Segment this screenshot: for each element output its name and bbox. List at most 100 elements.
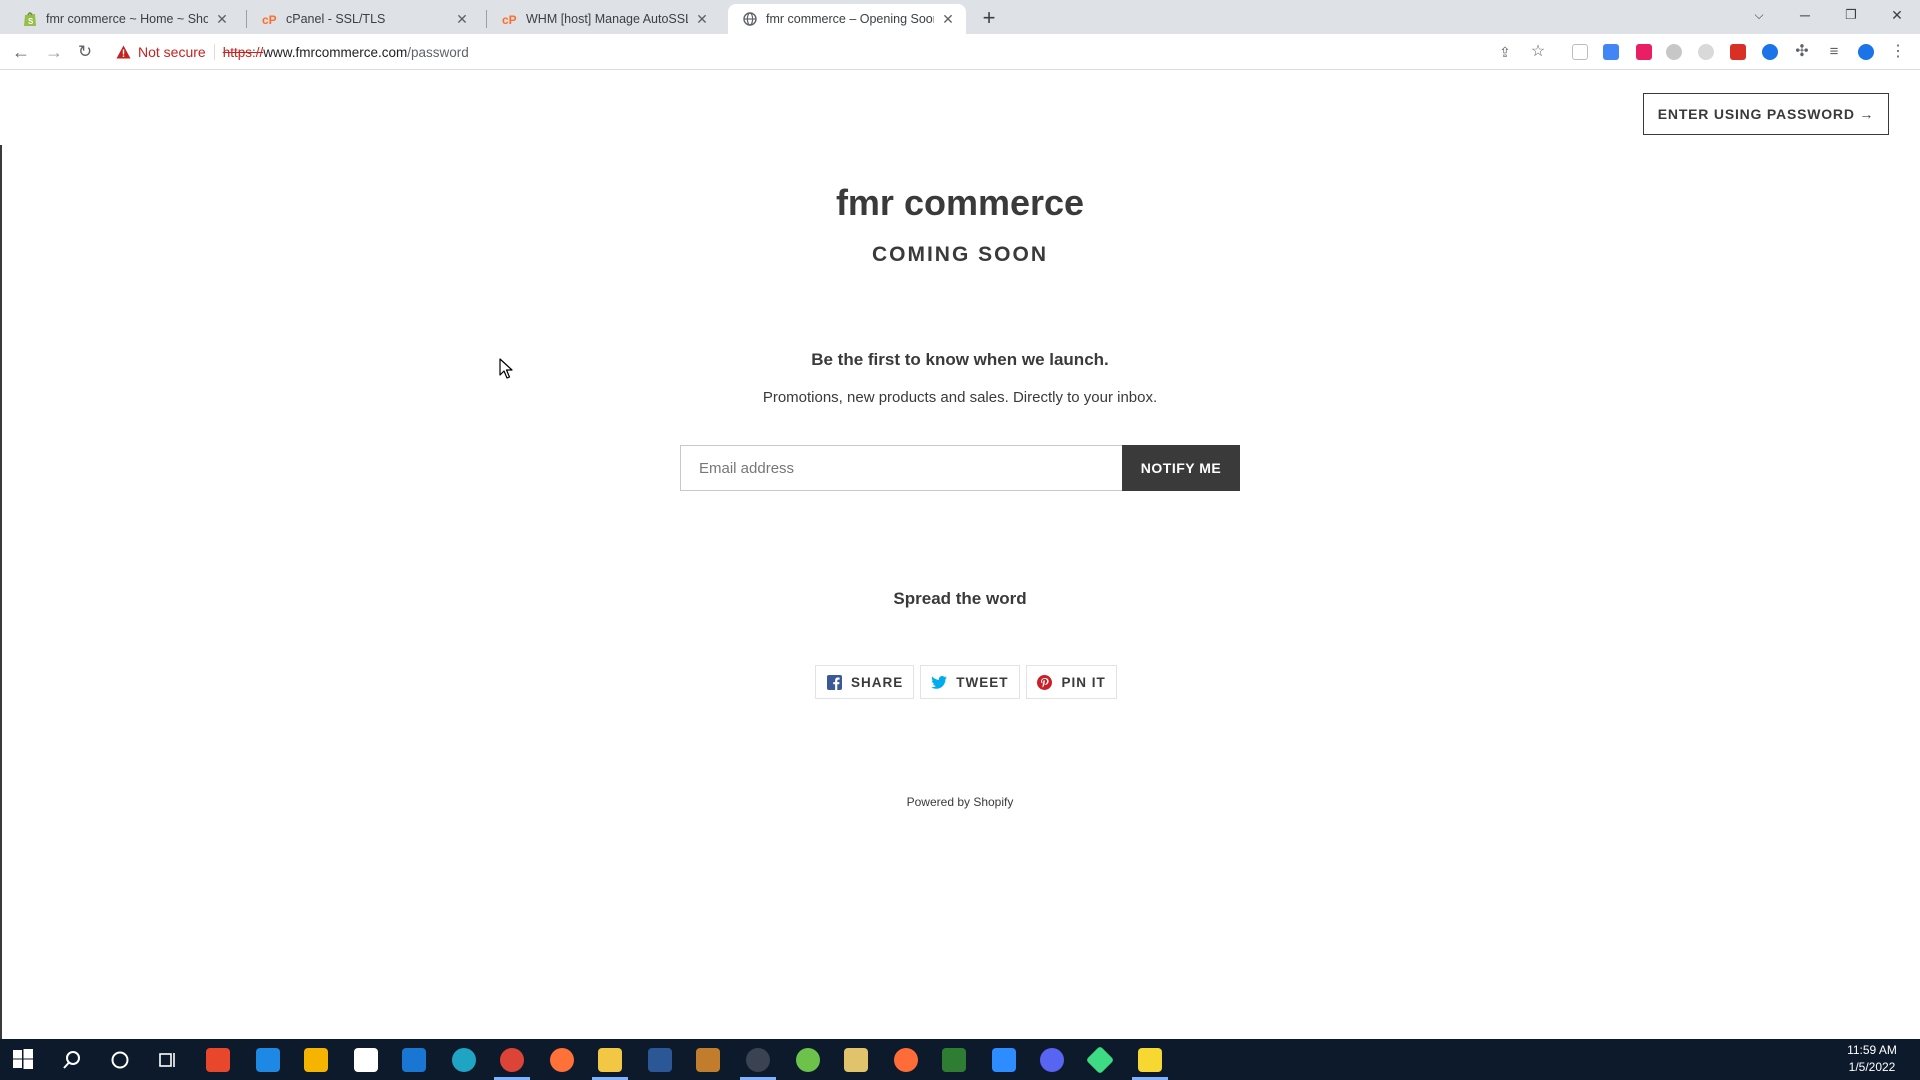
- clock-date: 1/5/2022: [1848, 1060, 1896, 1074]
- store-icon[interactable]: [648, 1048, 672, 1072]
- tab-title: fmr commerce ~ Home ~ Shopify: [46, 12, 208, 26]
- back-arrow-icon[interactable]: ←: [9, 40, 33, 64]
- twitter-tweet-button[interactable]: TWEET: [920, 665, 1020, 699]
- address-bar[interactable]: Not secure https:// www.fmrcommerce.com/…: [108, 38, 1558, 66]
- extension-refresh-icon[interactable]: [1762, 44, 1778, 60]
- tab-opening-soon[interactable]: fmr commerce – Opening Soon ✕: [728, 4, 966, 34]
- cpanel-icon: cP: [262, 11, 278, 27]
- browser-toolbar: ← → ↻ Not secure https:// www.fmrcommerc…: [0, 34, 1920, 70]
- clock-time: 11:59 AM: [1847, 1043, 1897, 1057]
- store-name-heading: fmr commerce: [835, 182, 1085, 223]
- extension-blank-icon[interactable]: [1572, 44, 1588, 60]
- tab-title: cPanel - SSL/TLS: [286, 12, 386, 26]
- leaf-app-icon[interactable]: [796, 1048, 820, 1072]
- tab-shopify-home[interactable]: S fmr commerce ~ Home ~ Shopify ✕: [8, 4, 240, 34]
- profile-avatar-icon[interactable]: [1858, 44, 1874, 60]
- pinterest-icon: [1037, 674, 1053, 690]
- new-tab-button[interactable]: +: [976, 6, 1002, 32]
- mail-icon[interactable]: [402, 1048, 426, 1072]
- extension-pen-icon[interactable]: [1636, 44, 1652, 60]
- close-tab-icon[interactable]: ✕: [694, 11, 710, 27]
- social-share-row: SHARE TWEET PIN IT: [815, 665, 1117, 699]
- twitter-tweet-label: TWEET: [956, 674, 1009, 690]
- mouse-cursor-icon: [499, 358, 513, 379]
- edge-icon[interactable]: [452, 1048, 476, 1072]
- tab-title: WHM [host] Manage AutoSSL - E: [526, 12, 688, 26]
- svg-text:cP: cP: [262, 13, 277, 25]
- screen-recorder-icon[interactable]: [206, 1048, 230, 1072]
- search-icon[interactable]: [60, 1048, 84, 1072]
- facebook-share-label: SHARE: [851, 674, 904, 690]
- postman-icon[interactable]: [894, 1048, 918, 1072]
- close-tab-icon[interactable]: ✕: [454, 11, 470, 27]
- enter-using-password-button[interactable]: ENTER USING PASSWORD →: [1643, 93, 1889, 135]
- system-clock[interactable]: 11:59 AM 1/5/2022: [1832, 1042, 1912, 1076]
- reload-icon[interactable]: ↻: [73, 40, 97, 64]
- restore-icon[interactable]: ❐: [1828, 0, 1874, 30]
- spreadsheet-app-icon[interactable]: [942, 1048, 966, 1072]
- pinterest-pin-label: PIN IT: [1061, 674, 1106, 690]
- coming-soon-subtitle: COMING SOON: [871, 243, 1048, 266]
- url-text: www.fmrcommerce.com/password: [263, 45, 469, 60]
- shopify-icon: S: [22, 11, 38, 27]
- minimize-icon[interactable]: ─: [1782, 0, 1828, 30]
- discord-icon[interactable]: [1040, 1048, 1064, 1072]
- google-drive-icon[interactable]: [304, 1048, 328, 1072]
- reading-list-icon[interactable]: ≡: [1822, 40, 1846, 64]
- extensions-puzzle-icon[interactable]: ✣: [1790, 40, 1814, 64]
- zoom-icon[interactable]: [992, 1048, 1016, 1072]
- forward-arrow-icon[interactable]: →: [42, 40, 66, 64]
- svg-text:cP: cP: [502, 13, 517, 25]
- facebook-share-button[interactable]: SHARE: [815, 665, 915, 699]
- tab-search-icon[interactable]: ⌵: [1736, 0, 1782, 30]
- url-host: www.fmrcommerce.com: [263, 44, 408, 60]
- browser-tab-strip: S fmr commerce ~ Home ~ Shopify ✕ cP cPa…: [0, 0, 1920, 34]
- tab-separator: [486, 10, 487, 28]
- cortana-icon[interactable]: [108, 1048, 132, 1072]
- close-tab-icon[interactable]: ✕: [940, 11, 956, 27]
- windows-taskbar: 11:59 AM 1/5/2022: [0, 1039, 1920, 1080]
- diamond-app-icon[interactable]: [1085, 1045, 1115, 1075]
- chrome-icon[interactable]: [500, 1048, 524, 1072]
- not-secure-label[interactable]: Not secure: [138, 44, 206, 60]
- tab-cpanel-ssl[interactable]: cP cPanel - SSL/TLS ✕: [248, 4, 480, 34]
- notify-me-button[interactable]: NOTIFY ME: [1122, 445, 1240, 491]
- google-translate-icon[interactable]: [1603, 44, 1619, 60]
- file-icon[interactable]: [354, 1048, 378, 1072]
- launch-heading: Be the first to know when we launch.: [811, 350, 1109, 369]
- firefox-icon[interactable]: [550, 1048, 574, 1072]
- browser-menu-icon[interactable]: ⋮: [1886, 40, 1910, 64]
- game-app-icon[interactable]: [696, 1048, 720, 1072]
- close-tab-icon[interactable]: ✕: [214, 11, 230, 27]
- extension-k-icon[interactable]: [1666, 44, 1682, 60]
- warning-triangle-icon: [116, 44, 132, 60]
- photo-app-icon[interactable]: [844, 1048, 868, 1072]
- omnibox-divider: [213, 44, 215, 60]
- windows-start-icon[interactable]: [12, 1048, 36, 1072]
- newsletter-signup-form: Email address NOTIFY ME: [680, 445, 1240, 491]
- globe-icon: [742, 11, 758, 27]
- vscode-icon[interactable]: [256, 1048, 280, 1072]
- url-path: /password: [407, 44, 469, 60]
- svg-text:S: S: [28, 17, 34, 26]
- file-explorer-icon[interactable]: [598, 1048, 622, 1072]
- powered-by-shopify-link[interactable]: Powered by Shopify: [0, 795, 1920, 809]
- obs-icon[interactable]: [746, 1048, 770, 1072]
- bookmark-star-icon[interactable]: ☆: [1526, 40, 1550, 64]
- facebook-icon: [826, 674, 842, 690]
- url-scheme: https://: [222, 44, 264, 60]
- sticky-notes-icon[interactable]: [1138, 1048, 1162, 1072]
- pinterest-pin-button[interactable]: PIN IT: [1025, 665, 1117, 699]
- tab-title: fmr commerce – Opening Soon: [766, 12, 934, 26]
- email-input[interactable]: Email address: [680, 445, 1122, 491]
- cpanel-icon: cP: [502, 11, 518, 27]
- share-page-icon[interactable]: ⇪: [1493, 40, 1517, 64]
- extension-lock-icon[interactable]: [1730, 44, 1746, 60]
- close-window-icon[interactable]: ✕: [1874, 0, 1920, 30]
- tab-separator: [246, 10, 247, 28]
- spread-the-word-heading: Spread the word: [893, 589, 1027, 608]
- extension-circle-icon[interactable]: [1698, 44, 1714, 60]
- task-view-icon[interactable]: [156, 1048, 180, 1072]
- twitter-icon: [931, 674, 948, 690]
- tab-whm-autossl[interactable]: cP WHM [host] Manage AutoSSL - E ✕: [488, 4, 720, 34]
